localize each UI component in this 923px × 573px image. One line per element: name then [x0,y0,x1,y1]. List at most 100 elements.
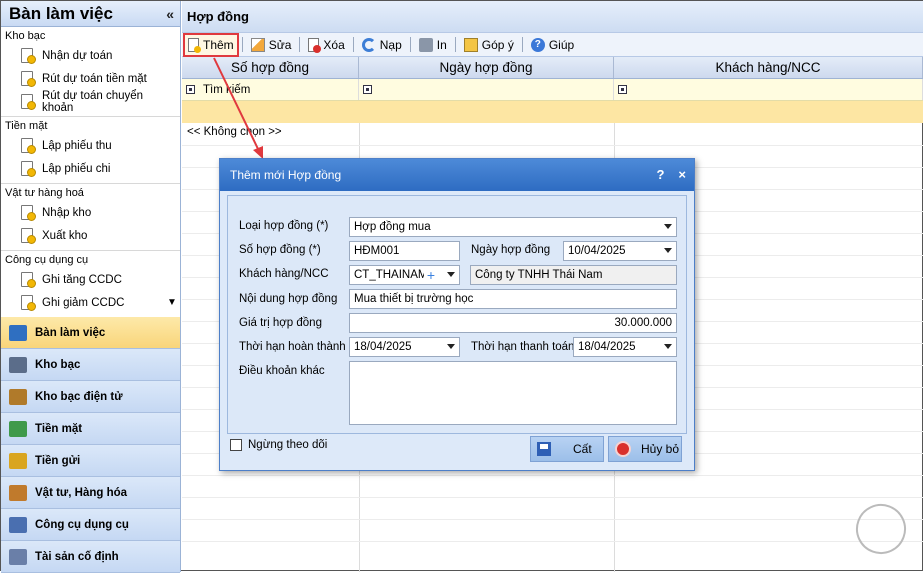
tree-item[interactable]: Ghi tăng CCDC [5,268,176,291]
goods-icon [9,484,27,501]
scroll-down-icon[interactable]: ▼ [167,297,177,308]
tree-item[interactable]: Xuất kho [5,224,176,247]
module-cash[interactable]: Tiền mặt [1,413,180,445]
cancel-icon [615,441,631,457]
complete-deadline-field[interactable]: 18/04/2025 [349,337,460,357]
tree-item-label: Xuất kho [42,229,88,242]
tree-item[interactable]: Rút dự toán tiền mặt [5,67,176,90]
help-icon[interactable]: ? [656,167,664,182]
tree-item[interactable]: Nhận dự toán [5,44,176,67]
contract-date-value: 10/04/2025 [568,245,626,257]
cancel-button[interactable]: Hủy bỏ [608,436,682,462]
print-button[interactable]: In [415,34,451,56]
stop-tracking-checkbox[interactable]: Ngừng theo dõi [230,439,327,451]
grid-divider [182,497,923,498]
selected-row[interactable] [182,101,923,123]
document-icon [21,138,36,154]
module-label: Tiền gửi [35,454,81,467]
add-button[interactable]: Thêm [183,32,239,57]
grid-divider [182,475,923,476]
reload-button[interactable]: Nạp [358,34,406,56]
chevron-down-icon[interactable] [447,344,455,349]
tree-item-label: Lập phiếu thu [42,139,112,152]
document-icon [21,71,36,87]
column-header-contract-no[interactable]: Số hợp đồng [182,57,359,78]
tree-item[interactable]: Ghi giảm CCDC [5,291,176,314]
module-assets[interactable]: Tài sản cố định [1,541,180,573]
toolbar-separator [352,37,354,52]
customer-code-value: CT_THAINAM [354,269,424,281]
content-field[interactable]: Mua thiết bị trường học [349,289,677,309]
complete-deadline-label: Thời hạn hoàn thành [239,341,346,353]
print-label: In [436,37,447,52]
tree-item-label: Ghi giảm CCDC [42,296,125,309]
module-goods[interactable]: Vật tư, Hàng hóa [1,477,180,509]
add-icon[interactable]: + [427,267,435,283]
filter-icon[interactable] [618,85,627,94]
chevron-down-icon[interactable] [447,272,455,277]
terms-textarea[interactable] [349,361,677,425]
module-label: Vật tư, Hàng hóa [35,486,128,499]
tree-item[interactable]: Lập phiếu chi [5,157,176,180]
column-header-contract-date[interactable]: Ngày hợp đồng [359,57,614,78]
module-treasury[interactable]: Kho bạc [1,349,180,381]
contract-date-field[interactable]: 10/04/2025 [563,241,677,261]
customer-name-field: Công ty TNHH Thái Nam [470,265,677,285]
left-panel-header: Bàn làm việc « [1,1,180,27]
module-tools[interactable]: Công cụ dụng cụ [1,509,180,541]
chevron-down-icon[interactable] [664,344,672,349]
delete-icon [308,37,322,53]
chevron-down-icon[interactable] [664,224,672,229]
save-label: Cất [573,442,592,456]
contract-value-field[interactable]: 30.000.000 [349,313,677,333]
module-list: Bàn làm việc Kho bạc Kho bạc điện tử Tiề… [1,317,180,573]
tree-group-treasury: Kho bạc Nhận dự toán Rút dự toán tiền mặ… [1,27,180,117]
tree-item[interactable]: Rút dự toán chuyển khoản [5,89,176,114]
help-button[interactable]: ? Giúp [527,34,578,56]
chevron-down-icon[interactable] [664,248,672,253]
stop-tracking-label: Ngừng theo dõi [248,439,328,451]
tree-group-cash: Tiền mặt Lập phiếu thu Lập phiếu chi [1,117,180,184]
left-panel-title: Bàn làm việc [9,3,113,23]
app-window: Bàn làm việc « Kho bạc Nhận dự toán Rút … [0,0,923,573]
tree-item-label: Rút dự toán chuyển khoản [42,89,144,114]
contract-no-field[interactable]: HĐM001 [349,241,460,261]
grid-divider [182,519,923,520]
filter-cell-contract-no[interactable]: Tìm kiếm [182,79,359,100]
document-icon [21,228,36,244]
contract-type-value: Hợp đồng mua [354,221,431,233]
edit-button[interactable]: Sửa [247,34,296,56]
help-icon: ? [530,37,545,52]
dialog-titlebar[interactable]: Thêm mới Hợp đồng ? × [220,159,694,191]
customer-code-select[interactable]: CT_THAINAM + [349,265,460,285]
filter-icon[interactable] [363,85,372,94]
checkbox-box[interactable] [230,439,242,451]
terms-label: Điều khoản khác [239,365,325,377]
feedback-button[interactable]: Góp ý [460,34,518,56]
filter-cell-customer[interactable] [614,79,923,100]
filter-cell-contract-date[interactable] [359,79,614,100]
delete-button[interactable]: Xóa [304,34,348,56]
filter-placeholder: Tìm kiếm [203,83,251,96]
help-label: Giúp [548,37,575,52]
e-treasury-icon [9,388,27,405]
tree-item-label: Ghi tăng CCDC [42,273,122,286]
module-e-treasury[interactable]: Kho bạc điện tử [1,381,180,413]
tree-item[interactable]: Nhập kho [5,201,176,224]
contract-type-select[interactable]: Hợp đồng mua [349,217,677,237]
complete-deadline-value: 18/04/2025 [354,341,412,353]
no-selection-option[interactable]: << Không chọn >> [187,126,282,138]
column-header-customer[interactable]: Khách hàng/NCC [614,57,923,78]
filter-icon[interactable] [186,85,195,94]
collapse-icon[interactable]: « [166,6,174,22]
module-desk[interactable]: Bàn làm việc [1,317,180,349]
save-button[interactable]: Cất [530,436,604,462]
payment-deadline-field[interactable]: 18/04/2025 [573,337,677,357]
delete-label: Xóa [323,37,345,52]
left-panel: Bàn làm việc « Kho bạc Nhận dự toán Rút … [1,1,181,573]
module-deposit[interactable]: Tiền gửi [1,445,180,477]
new-document-icon [188,37,201,53]
close-icon[interactable]: × [678,167,686,182]
edit-label: Sửa [268,37,292,52]
tree-item[interactable]: Lập phiếu thu [5,134,176,157]
